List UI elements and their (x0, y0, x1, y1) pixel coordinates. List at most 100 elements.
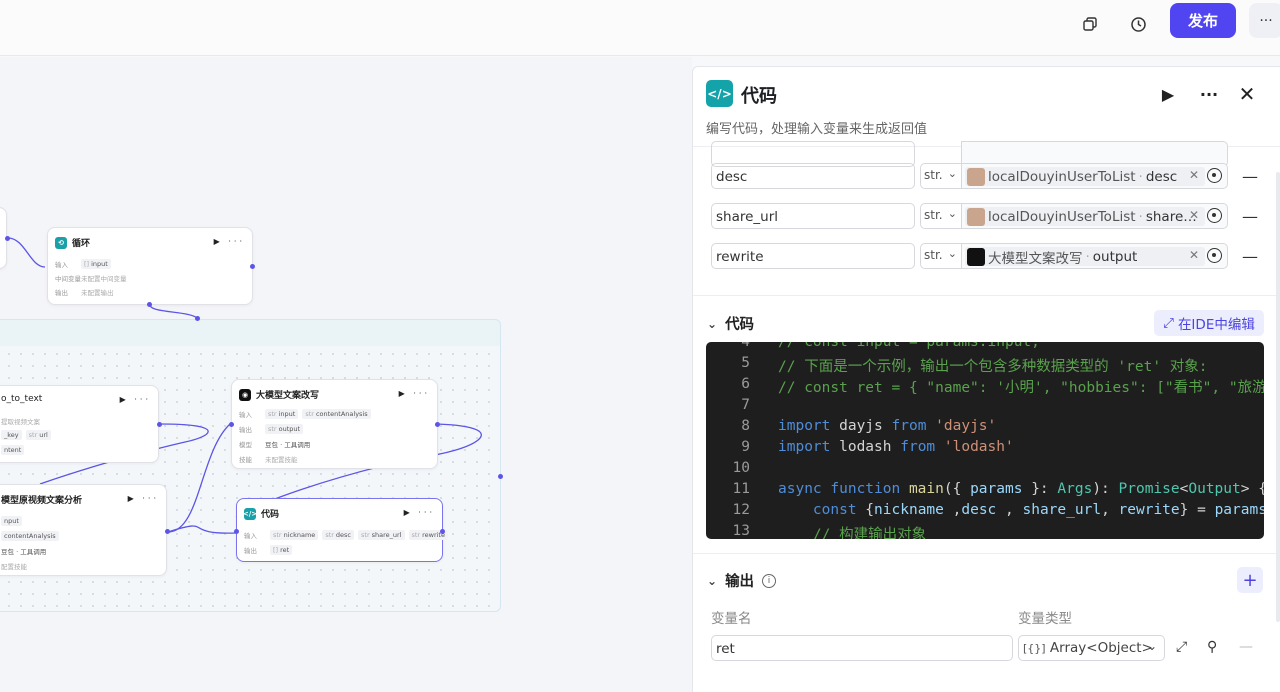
ref-chip: localDouyinUserToList · share… (965, 207, 1205, 226)
top-bar: 发布 ··· (0, 0, 1280, 56)
variable-type-select[interactable]: str. ⌄ (920, 163, 962, 189)
loop-input-row: 输入 [] input (55, 259, 111, 269)
code-icon: </> (706, 80, 733, 107)
video-node-title: o_to_text (1, 394, 42, 404)
variable-ref-select[interactable]: 大模型文案改写 · output ✕ (961, 243, 1228, 269)
output-variable-type-select[interactable]: [{}] Array<Object> ⌄ (1018, 635, 1165, 661)
rewrite-skill-row: 技能 未配置技能 (239, 456, 298, 464)
node-avatar-icon (967, 247, 985, 266)
code-section-title: 代码 (725, 317, 755, 333)
row-label: 中间变量 (55, 275, 81, 283)
ref-chip: 大模型文案改写 · output (965, 247, 1205, 266)
output-port[interactable] (440, 529, 445, 534)
node-run-more-controls[interactable]: ▶ ··· (214, 237, 245, 246)
row-value: 未配置中间变量 (81, 275, 127, 283)
more-menu-button[interactable]: ··· (1249, 3, 1280, 38)
desc-tag: str desc (322, 530, 355, 540)
model-icon: ◉ (239, 388, 251, 401)
output-section-title: 输出 (725, 574, 755, 590)
output-variable-name-input[interactable]: ret (711, 635, 1013, 661)
more-icon[interactable]: ··· (1198, 83, 1220, 105)
variable-type-select[interactable]: str. ⌄ (920, 203, 962, 229)
code-node-panel: </> 代码 ▶ ··· ✕ 编写代码，处理输入变量来生成返回值 desc st… (692, 66, 1280, 692)
chevron-down-icon: ⌄ (707, 573, 718, 588)
remove-row-icon[interactable]: — (1242, 247, 1258, 266)
run-icon[interactable]: ▶ (1157, 83, 1179, 105)
variable-name-input[interactable]: rewrite (711, 243, 915, 269)
output-port[interactable] (147, 302, 152, 307)
expand-icon[interactable]: ⤢ (1176, 639, 1187, 655)
output-port[interactable] (157, 422, 162, 427)
output-port[interactable] (165, 529, 170, 534)
input-tag: nput (1, 516, 22, 526)
variable-ref-select[interactable]: localDouyinUserToList · desc ✕ (961, 163, 1228, 189)
panel-scrollbar[interactable] (1276, 172, 1280, 622)
loop-out-row: 输出 未配置输出 (55, 287, 114, 297)
chevron-down-icon: ⌄ (947, 207, 957, 220)
code-editor[interactable]: 4// const input = params.input; 5// 下面是一… (706, 342, 1264, 539)
video-to-text-node[interactable]: o_to_text ▶ ··· 提取视频文案 _key str url ntent (0, 385, 159, 463)
output-port[interactable] (5, 236, 10, 241)
panel-title: 代码 (741, 86, 777, 107)
ref-chip: localDouyinUserToList · desc (965, 167, 1205, 186)
variable-type-select[interactable]: str. ⌄ (920, 243, 962, 269)
clear-icon[interactable]: ✕ (1189, 208, 1199, 222)
clear-icon[interactable]: ✕ (1189, 168, 1199, 182)
ide-button-label: 在IDE中编辑 (1177, 317, 1255, 333)
variable-name-input[interactable]: desc (711, 163, 915, 189)
panel-header: </> 代码 ▶ ··· ✕ 编写代码，处理输入变量来生成返回值 (693, 67, 1280, 147)
input-row: desc str. ⌄ localDouyinUserToList · desc ✕ … (711, 163, 1271, 190)
code-line: 11 async function main({ params }: Args):… (732, 481, 1264, 497)
video-row3: ntent (1, 445, 25, 455)
analysis-row1: nput (1, 516, 22, 526)
code-line: 12 const {nickname ,desc , share_url, re… (732, 502, 1264, 518)
row-label: 输出 (55, 289, 68, 297)
analysis-row2: contentAnalysis (1, 531, 59, 541)
code-out-row: 输出 [] ret (244, 545, 293, 555)
close-icon[interactable]: ✕ (1236, 82, 1258, 106)
node-run-more-controls[interactable]: ▶ ··· (404, 508, 435, 517)
workflow-canvas[interactable]: ⟲ 循环 ▶ ··· 输入 [] input 中间变量 未配置中间变量 输出 未配… (0, 57, 692, 692)
edit-in-ide-button[interactable]: ⤢ 在IDE中编辑 (1154, 310, 1264, 336)
target-icon[interactable] (1207, 248, 1222, 263)
add-output-button[interactable]: + (1237, 567, 1263, 593)
copy-icon[interactable] (1073, 7, 1107, 41)
add-child-icon[interactable]: ⚲ (1207, 639, 1217, 655)
variable-ref-select[interactable]: localDouyinUserToList · share… ✕ (961, 203, 1228, 229)
code-line: 8 import dayjs from 'dayjs' (741, 418, 997, 434)
variable-name-input[interactable]: share_url (711, 203, 915, 229)
publish-button[interactable]: 发布 (1170, 3, 1236, 38)
loop-port[interactable] (498, 474, 503, 479)
input-port[interactable] (229, 422, 234, 427)
output-section-header[interactable]: ⌄ 输出 i (707, 570, 777, 591)
code-section-header[interactable]: ⌄ 代码 (707, 313, 754, 334)
remove-row-icon[interactable]: — (1242, 167, 1258, 186)
clear-icon[interactable]: ✕ (1189, 248, 1199, 262)
rewrite-out-row: 输出 str output (239, 424, 304, 434)
connection-edges (7, 237, 482, 534)
code-line: 6// const ret = { "name": '小明', "hobbies… (741, 376, 1264, 396)
input-port[interactable] (234, 529, 239, 534)
remove-row-icon[interactable]: — (1239, 639, 1253, 655)
code-node[interactable]: </> 代码 ▶ ··· 输入 str nickname str desc str s… (236, 498, 448, 562)
panel-description: 编写代码，处理输入变量来生成返回值 (706, 122, 928, 137)
loop-node[interactable]: ⟲ 循环 ▶ ··· 输入 [] input 中间变量 未配置中间变量 输出 未配… (47, 227, 253, 305)
output-port[interactable] (435, 422, 440, 427)
rewrite-node[interactable]: ◉ 大模型文案改写 ▶ ··· 输入 str input str contentAn… (231, 379, 438, 469)
input-row: rewrite str. ⌄ 大模型文案改写 · output ✕ — (711, 243, 1271, 270)
analysis-node-title: 模型原视频文案分析 (1, 493, 82, 506)
target-icon[interactable] (1207, 168, 1222, 183)
input-port[interactable] (195, 316, 200, 321)
node-run-more-controls[interactable]: ▶ ··· (120, 395, 151, 404)
remove-row-icon[interactable]: — (1242, 207, 1258, 226)
node-run-more-controls[interactable]: ▶ ··· (399, 389, 430, 398)
divider (693, 553, 1280, 554)
target-icon[interactable] (1207, 208, 1222, 223)
loop-title-text: 循环 (72, 239, 91, 249)
video-row1: 提取视频文案 (1, 418, 40, 426)
info-icon[interactable]: i (762, 573, 777, 588)
analysis-node[interactable]: 模型原视频文案分析 ▶ ··· nput contentAnalysis 豆包 … (0, 484, 167, 576)
output-port[interactable] (250, 264, 255, 269)
history-icon[interactable] (1121, 7, 1155, 41)
node-run-more-controls[interactable]: ▶ ··· (128, 494, 159, 503)
